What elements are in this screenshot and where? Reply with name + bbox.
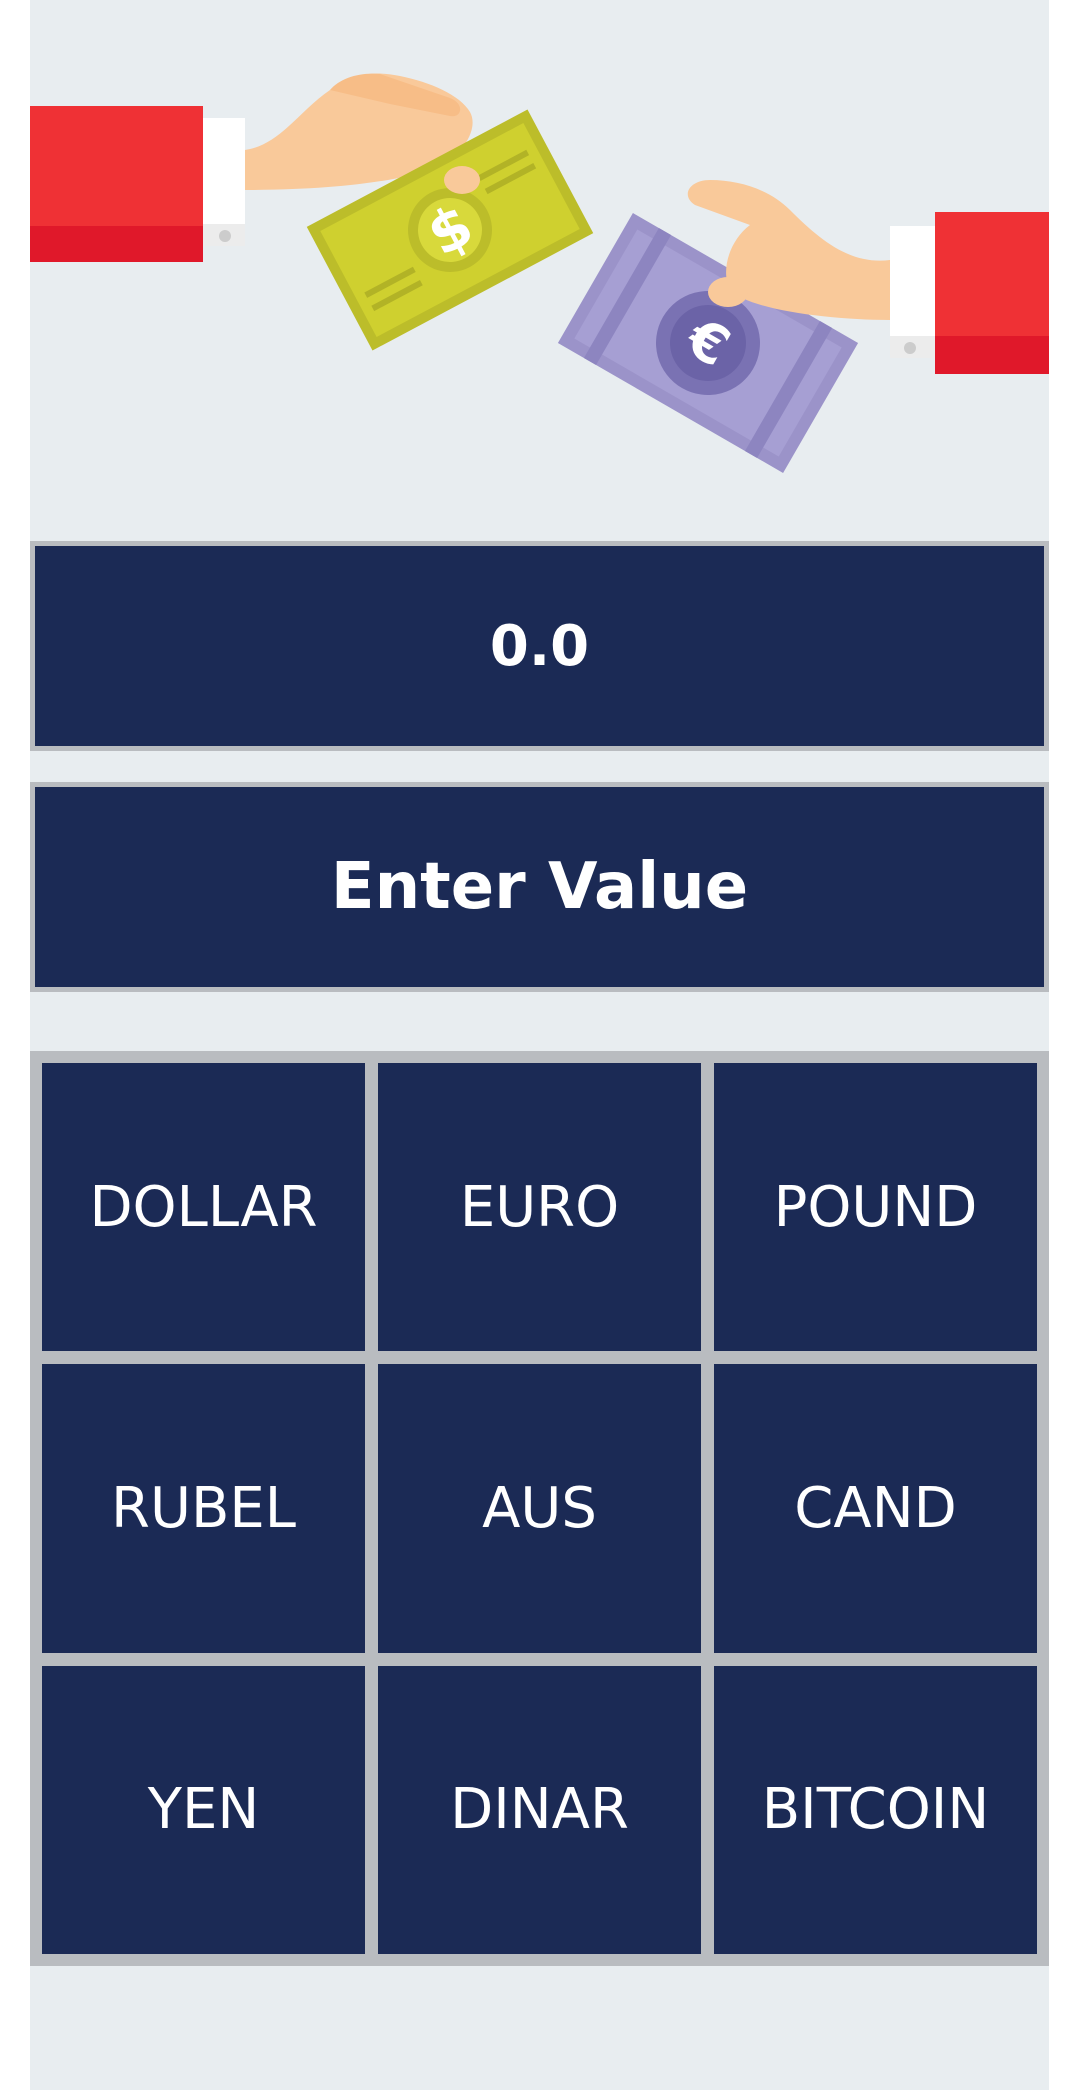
currency-button-yen[interactable]: YEN [42,1665,365,1954]
result-value: 0.0 [489,613,590,679]
currency-button-rubel[interactable]: RUBEL [42,1364,365,1653]
currency-converter-screen: $ € 0.0 Enter Value DOLLAR EURO POUND RU… [30,0,1049,2090]
currency-button-bitcoin[interactable]: BITCOIN [714,1665,1037,1954]
currency-button-dinar[interactable]: DINAR [378,1665,701,1954]
exchange-illustration: $ € [30,0,1049,520]
currency-button-dollar[interactable]: DOLLAR [42,1063,365,1352]
value-input-container[interactable] [30,782,1049,992]
currency-button-grid: DOLLAR EURO POUND RUBEL AUS CAND YEN DIN… [30,1051,1049,1966]
converted-result-display: 0.0 [30,541,1049,751]
currency-button-cand[interactable]: CAND [714,1364,1037,1653]
currency-button-euro[interactable]: EURO [378,1063,701,1352]
value-input[interactable] [35,787,1044,987]
currency-button-aus[interactable]: AUS [378,1364,701,1653]
currency-button-pound[interactable]: POUND [714,1063,1037,1352]
